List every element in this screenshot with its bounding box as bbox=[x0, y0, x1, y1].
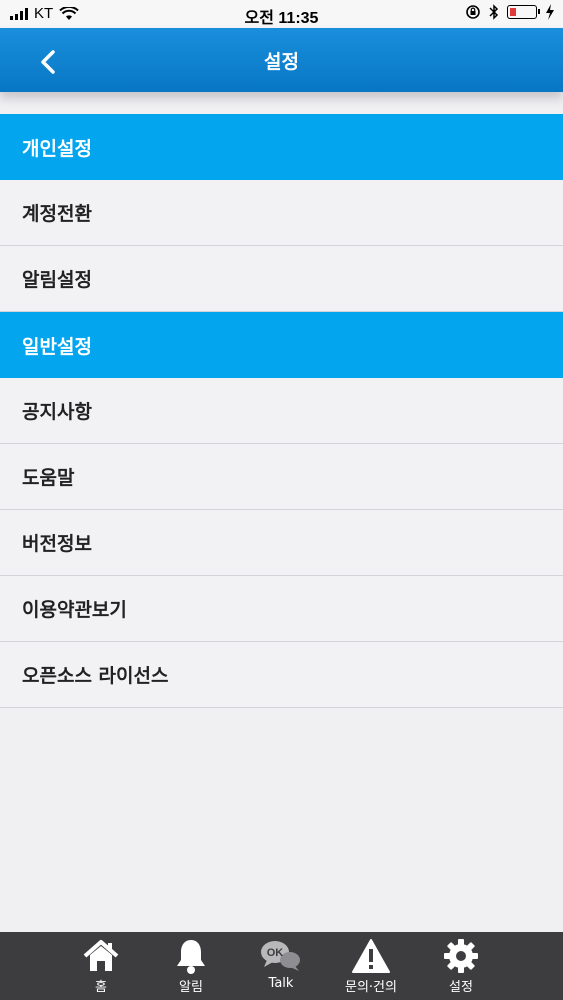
list-item-account-switch[interactable]: 계정전환 bbox=[0, 180, 563, 246]
orientation-lock-icon bbox=[466, 5, 480, 19]
gear-icon bbox=[444, 939, 478, 973]
tab-talk[interactable]: OK Talk bbox=[236, 932, 326, 1000]
tab-settings[interactable]: 설정 bbox=[416, 932, 506, 1000]
page-title: 설정 bbox=[264, 51, 299, 73]
tab-settings-label: 설정 bbox=[449, 980, 473, 995]
settings-list: 개인설정 계정전환 알림설정 일반설정 공지사항 도움말 버전정보 이용약관보기… bbox=[0, 114, 563, 708]
talk-badge-text: OK bbox=[267, 947, 284, 959]
list-item-help[interactable]: 도움말 bbox=[0, 444, 563, 510]
list-item-notices[interactable]: 공지사항 bbox=[0, 378, 563, 444]
list-item-version-info[interactable]: 버전정보 bbox=[0, 510, 563, 576]
app-header: 설정 bbox=[0, 28, 563, 92]
bluetooth-icon bbox=[489, 4, 499, 20]
tab-inquiry-label: 문의·건의 bbox=[345, 980, 397, 995]
tab-inquiry[interactable]: 문의·건의 bbox=[326, 932, 416, 1000]
tab-home[interactable]: 홈 bbox=[56, 932, 146, 1000]
section-header-general: 일반설정 bbox=[0, 312, 563, 378]
tab-alerts-label: 알림 bbox=[179, 980, 203, 995]
list-item-notification-settings[interactable]: 알림설정 bbox=[0, 246, 563, 312]
list-item-open-source-license[interactable]: 오픈소스 라이선스 bbox=[0, 642, 563, 708]
status-bar: KT 오전 11:35 bbox=[0, 0, 563, 28]
home-icon bbox=[83, 940, 119, 971]
tab-alerts[interactable]: 알림 bbox=[146, 932, 236, 1000]
status-right bbox=[465, 4, 555, 20]
battery-icon bbox=[507, 5, 540, 19]
tab-bar: 홈 알림 OK Talk 문의·건의 설정 bbox=[0, 932, 563, 1000]
chat-bubble-icon: OK bbox=[261, 941, 300, 971]
section-header-personal: 개인설정 bbox=[0, 114, 563, 180]
bell-icon bbox=[177, 940, 205, 974]
warning-icon bbox=[352, 939, 390, 973]
tab-home-label: 홈 bbox=[95, 980, 107, 995]
tab-talk-label: Talk bbox=[268, 976, 294, 991]
list-item-terms[interactable]: 이용약관보기 bbox=[0, 576, 563, 642]
charging-bolt-icon bbox=[546, 4, 554, 20]
